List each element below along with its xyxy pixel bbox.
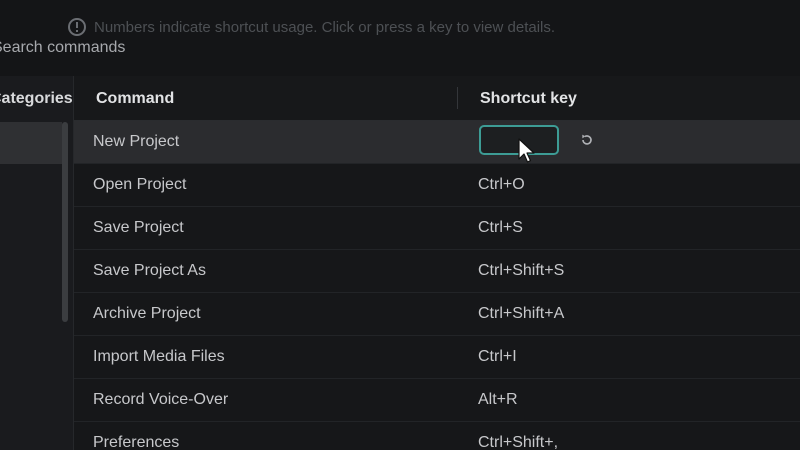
search-input[interactable]	[0, 37, 292, 59]
category-scrollbar[interactable]	[62, 122, 68, 322]
info-icon	[68, 18, 86, 36]
shortcut-value: Ctrl+I	[478, 348, 517, 365]
table-header: Command Shortcut key	[74, 76, 800, 121]
table-row[interactable]: Preferences Ctrl+Shift+,	[74, 422, 800, 450]
table-row[interactable]: Archive Project Ctrl+Shift+A	[74, 293, 800, 336]
keyboard-shortcuts-window: Numbers indicate shortcut usage. Click o…	[0, 0, 800, 450]
table-row[interactable]: Record Voice-Over Alt+R	[74, 379, 800, 422]
command-label: New Project	[93, 133, 180, 150]
column-divider[interactable]	[457, 87, 458, 109]
shortcut-column-header: Shortcut key	[480, 90, 577, 107]
shortcut-value: Ctrl+O	[478, 176, 525, 193]
category-header: Categories	[0, 90, 73, 107]
shortcut-value: Ctrl+Shift+S	[478, 262, 565, 279]
command-label: Archive Project	[93, 305, 201, 322]
mouse-cursor-icon	[518, 138, 535, 163]
shortcut-value: Alt+R	[478, 391, 518, 408]
usage-notice: Numbers indicate shortcut usage. Click o…	[68, 18, 555, 36]
table-row[interactable]: Import Media Files Ctrl+I	[74, 336, 800, 379]
command-label: Record Voice-Over	[93, 391, 229, 408]
table-row[interactable]: Save Project As Ctrl+Shift+S	[74, 250, 800, 293]
usage-notice-text: Numbers indicate shortcut usage. Click o…	[94, 18, 556, 36]
shortcut-value: Ctrl+S	[478, 219, 523, 236]
table-row[interactable]: Open Project Ctrl+O	[74, 164, 800, 207]
command-column-header: Command	[96, 90, 175, 107]
selected-category[interactable]	[0, 122, 62, 164]
reset-icon[interactable]	[580, 133, 594, 147]
table-row[interactable]: New Project	[74, 121, 800, 164]
command-label: Save Project As	[93, 262, 206, 279]
command-label: Import Media Files	[93, 348, 225, 365]
top-bar: Numbers indicate shortcut usage. Click o…	[0, 0, 800, 76]
shortcut-list: New Project Open Project Ctrl+O Save Pro…	[74, 121, 800, 450]
category-panel: Categories	[0, 76, 74, 450]
shortcut-value: Ctrl+Shift+,	[478, 434, 559, 450]
command-label: Save Project	[93, 219, 184, 236]
shortcut-value: Ctrl+Shift+A	[478, 305, 565, 322]
command-label: Preferences	[93, 434, 180, 450]
table-row[interactable]: Save Project Ctrl+S	[74, 207, 800, 250]
command-label: Open Project	[93, 176, 187, 193]
